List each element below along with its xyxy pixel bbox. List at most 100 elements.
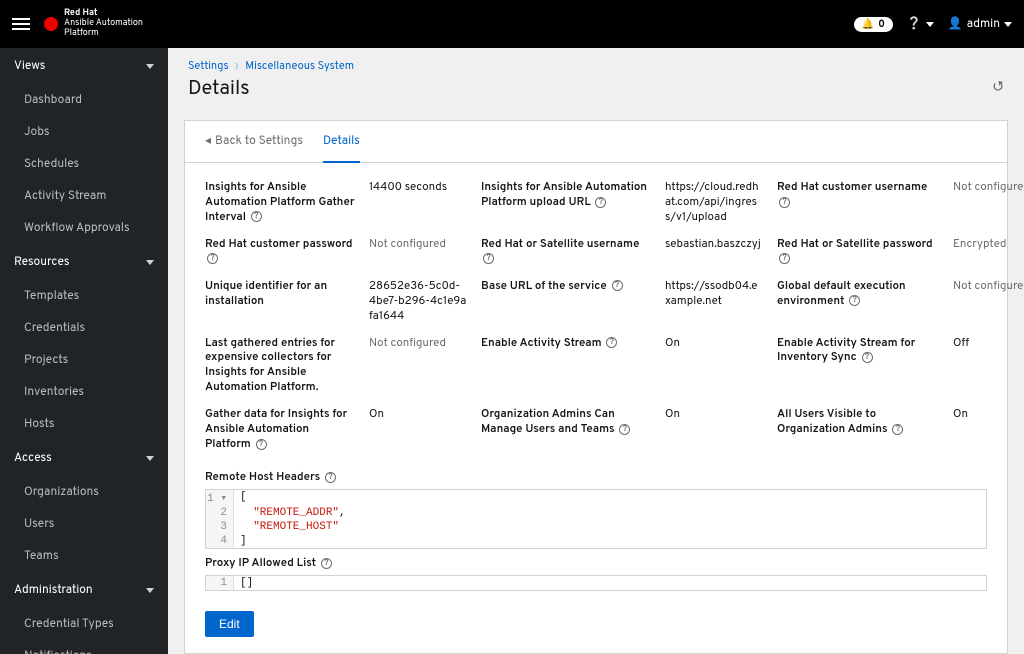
nav-workflow-approvals[interactable]: Workflow Approvals bbox=[0, 212, 168, 244]
hamburger-icon[interactable] bbox=[12, 18, 30, 30]
tab-back[interactable]: ◂Back to Settings bbox=[205, 121, 303, 162]
info-icon: ? bbox=[251, 211, 262, 222]
chevron-down-icon bbox=[146, 588, 154, 593]
info-icon: ? bbox=[779, 253, 790, 264]
label-remote-headers: Remote Host Headers ? bbox=[205, 471, 987, 485]
nav-dashboard[interactable]: Dashboard bbox=[0, 84, 168, 116]
nav-credential-types[interactable]: Credential Types bbox=[0, 608, 168, 640]
label-install-id: Unique identifier for an installation bbox=[205, 280, 355, 310]
info-icon: ? bbox=[483, 253, 494, 264]
nav-credentials[interactable]: Credentials bbox=[0, 312, 168, 344]
tabs: ◂Back to Settings Details bbox=[185, 121, 1007, 163]
breadcrumb-leaf[interactable]: Miscellaneous System bbox=[245, 60, 354, 74]
caret-down-icon bbox=[1004, 22, 1012, 27]
nav-section-views[interactable]: Views bbox=[0, 48, 168, 84]
info-icon: ? bbox=[849, 295, 860, 306]
label-activity-sync: Enable Activity Stream for Inventory Syn… bbox=[777, 337, 939, 367]
nav-section-access[interactable]: Access bbox=[0, 440, 168, 476]
label-rh-password: Red Hat customer password ? bbox=[205, 238, 355, 268]
sidebar: Views Dashboard Jobs Schedules Activity … bbox=[0, 48, 168, 654]
chevron-down-icon bbox=[146, 64, 154, 69]
val-last-gathered: Not configured bbox=[369, 337, 467, 352]
user-icon: 👤 bbox=[948, 16, 963, 32]
val-gather-data: On bbox=[369, 408, 467, 423]
brand-line3: Platform bbox=[64, 29, 143, 39]
nav-jobs[interactable]: Jobs bbox=[0, 116, 168, 148]
info-icon: ? bbox=[619, 424, 630, 435]
remote-headers-code: 1 ▾[ 2 "REMOTE_ADDR", 3 "REMOTE_HOST" 4] bbox=[205, 489, 987, 549]
val-activity-sync: Off bbox=[953, 337, 1024, 352]
info-icon: ? bbox=[779, 197, 790, 208]
val-sat-username: sebastian.baszczyj bbox=[665, 238, 763, 253]
user-menu[interactable]: 👤 admin bbox=[948, 16, 1012, 32]
chevron-left-icon: ◂ bbox=[205, 133, 211, 149]
breadcrumb: Settings › Miscellaneous System bbox=[188, 60, 1004, 74]
redhat-logo-icon bbox=[44, 17, 58, 31]
caret-down-icon bbox=[926, 22, 934, 27]
label-sat-username: Red Hat or Satellite username ? bbox=[481, 238, 651, 268]
nav-projects[interactable]: Projects bbox=[0, 344, 168, 376]
settings-grid: Insights for Ansible Automation Platform… bbox=[185, 163, 1007, 463]
label-gather-interval: Insights for Ansible Automation Platform… bbox=[205, 181, 355, 226]
nav-schedules[interactable]: Schedules bbox=[0, 148, 168, 180]
details-card: ◂Back to Settings Details Insights for A… bbox=[184, 120, 1008, 654]
breadcrumb-root[interactable]: Settings bbox=[188, 60, 229, 74]
chevron-down-icon bbox=[146, 260, 154, 265]
question-icon: ❔ bbox=[907, 16, 922, 32]
brand: Red Hat Ansible Automation Platform bbox=[44, 9, 143, 39]
proxy-list-code: 1[] bbox=[205, 575, 987, 591]
info-icon: ? bbox=[892, 424, 903, 435]
nav-inventories[interactable]: Inventories bbox=[0, 376, 168, 408]
info-icon: ? bbox=[862, 352, 873, 363]
val-rh-password: Not configured bbox=[369, 238, 467, 253]
info-icon: ? bbox=[207, 253, 218, 264]
label-sat-password: Red Hat or Satellite password ? bbox=[777, 238, 939, 268]
notif-count: 0 bbox=[878, 18, 885, 31]
notification-badge[interactable]: 🔔 0 bbox=[854, 17, 893, 32]
info-icon: ? bbox=[606, 337, 617, 348]
val-sat-password: Encrypted bbox=[953, 238, 1024, 253]
help-menu[interactable]: ❔ bbox=[907, 16, 934, 32]
nav-section-resources[interactable]: Resources bbox=[0, 244, 168, 280]
val-users-visible: On bbox=[953, 408, 1024, 423]
nav-section-administration[interactable]: Administration bbox=[0, 572, 168, 608]
nav-users[interactable]: Users bbox=[0, 508, 168, 540]
val-gather-interval: 14400 seconds bbox=[369, 181, 467, 196]
label-activity-stream: Enable Activity Stream ? bbox=[481, 337, 651, 352]
nav-organizations[interactable]: Organizations bbox=[0, 476, 168, 508]
label-base-url: Base URL of the service ? bbox=[481, 280, 651, 295]
val-rh-username: Not configured bbox=[953, 181, 1024, 196]
label-proxy-list: Proxy IP Allowed List ? bbox=[205, 557, 987, 571]
nav-notifications[interactable]: Notifications bbox=[0, 640, 168, 654]
nav-hosts[interactable]: Hosts bbox=[0, 408, 168, 440]
chevron-right-icon: › bbox=[235, 60, 238, 74]
nav-activity-stream[interactable]: Activity Stream bbox=[0, 180, 168, 212]
label-last-gathered: Last gathered entries for expensive coll… bbox=[205, 337, 355, 397]
label-org-admins: Organization Admins Can Manage Users and… bbox=[481, 408, 651, 438]
tab-details[interactable]: Details bbox=[323, 121, 360, 163]
main-content: Settings › Miscellaneous System Details … bbox=[168, 48, 1024, 654]
val-activity-stream: On bbox=[665, 337, 763, 352]
edit-button[interactable]: Edit bbox=[205, 611, 254, 637]
label-exec-env: Global default execution environment ? bbox=[777, 280, 939, 310]
nav-templates[interactable]: Templates bbox=[0, 280, 168, 312]
label-upload-url: Insights for Ansible Automation Platform… bbox=[481, 181, 651, 211]
val-exec-env: Not configured bbox=[953, 280, 1024, 295]
label-rh-username: Red Hat customer username ? bbox=[777, 181, 939, 211]
info-icon: ? bbox=[325, 472, 336, 483]
label-users-visible: All Users Visible to Organization Admins… bbox=[777, 408, 939, 438]
label-gather-data: Gather data for Insights for Ansible Aut… bbox=[205, 408, 355, 453]
nav-teams[interactable]: Teams bbox=[0, 540, 168, 572]
info-icon: ? bbox=[612, 280, 623, 291]
history-icon[interactable]: ↺ bbox=[992, 80, 1004, 97]
page-title: Details bbox=[188, 76, 250, 102]
info-icon: ? bbox=[595, 197, 606, 208]
info-icon: ? bbox=[321, 558, 332, 569]
val-org-admins: On bbox=[665, 408, 763, 423]
user-label: admin bbox=[967, 16, 1000, 32]
topbar: Red Hat Ansible Automation Platform 🔔 0 … bbox=[0, 0, 1024, 48]
chevron-down-icon bbox=[146, 456, 154, 461]
info-icon: ? bbox=[256, 439, 267, 450]
bell-icon: 🔔 bbox=[862, 18, 874, 31]
val-base-url: https://ssodb04.example.net bbox=[665, 280, 763, 310]
